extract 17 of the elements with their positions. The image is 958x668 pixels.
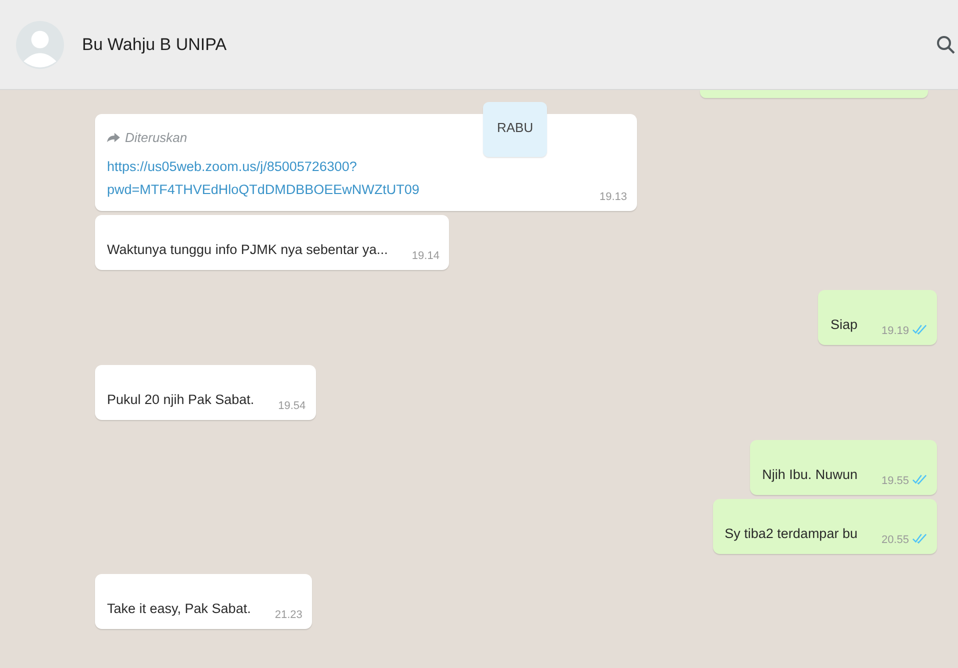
date-chip: RABU xyxy=(483,102,548,157)
message-text: Take it easy, Pak Sabat. xyxy=(107,600,251,618)
message-text: Pukul 20 njih Pak Sabat. xyxy=(107,391,254,409)
search-icon[interactable] xyxy=(936,34,956,54)
message-time: 20.55 xyxy=(881,534,909,546)
message-time: 19.19 xyxy=(881,325,909,337)
message-text: Siap xyxy=(830,316,858,334)
message-text: Sy tiba2 terdampar bu xyxy=(724,525,858,543)
message-time: 19.54 xyxy=(278,400,306,412)
message-time: 19.14 xyxy=(412,250,440,262)
message-time: 21.23 xyxy=(274,609,302,621)
forwarded-label: Diteruskan xyxy=(125,130,188,145)
message-text: Njih Ibu. Nuwun xyxy=(762,466,858,484)
contact-name[interactable]: Bu Wahju B UNIPA xyxy=(82,34,936,54)
message-text: Waktunya tunggu info PJMK nya sebentar ya... xyxy=(107,241,388,259)
message-time: 19.13 xyxy=(599,191,627,203)
message-time: 19.55 xyxy=(881,475,909,487)
